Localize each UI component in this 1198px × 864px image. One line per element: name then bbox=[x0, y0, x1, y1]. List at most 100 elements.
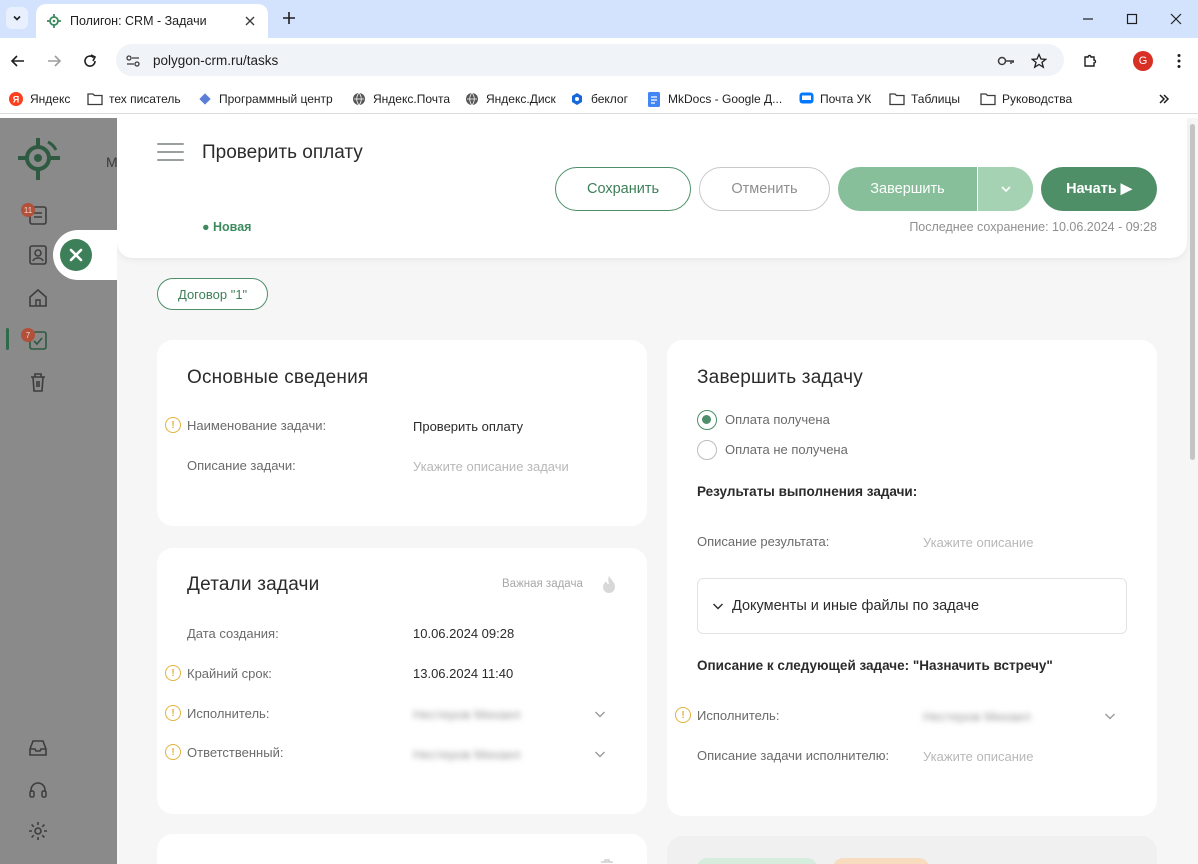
complete-task-card: Завершить задачу Оплата получена Оплата … bbox=[667, 340, 1157, 816]
forward-arrow-icon[interactable] bbox=[43, 50, 65, 72]
chevron-down-icon bbox=[13, 15, 21, 21]
finish-button[interactable]: Завершить bbox=[838, 167, 977, 211]
doc-icon bbox=[646, 91, 662, 107]
contacts-icon[interactable] bbox=[26, 243, 50, 267]
page-scrollbar[interactable] bbox=[1190, 124, 1195, 460]
executor-select-value[interactable]: Нестеров Михаил bbox=[413, 707, 521, 722]
deadline-input[interactable]: 13.06.2024 11:40 bbox=[413, 666, 513, 681]
task-details-card: Детали задачи Важная задача Дата создани… bbox=[157, 548, 647, 814]
bookmark-label: Почта УК bbox=[820, 92, 872, 106]
extensions-puzzle-icon[interactable] bbox=[1079, 50, 1101, 72]
settings-gear-icon[interactable] bbox=[26, 819, 50, 843]
tasks-badge: 7 bbox=[21, 328, 35, 342]
address-bar[interactable]: polygon-crm.ru/tasks bbox=[116, 44, 1064, 76]
chevron-down-icon[interactable] bbox=[593, 707, 607, 721]
task-description-input[interactable]: Укажите описание задачи bbox=[413, 459, 569, 474]
payment-not-received-label: Оплата не получена bbox=[725, 442, 848, 457]
tab-close-icon[interactable] bbox=[242, 13, 258, 29]
trash-icon[interactable] bbox=[26, 370, 50, 394]
contract-link-chip[interactable]: Договор "1" bbox=[157, 278, 269, 310]
important-task-label: Важная задача bbox=[502, 578, 583, 590]
created-date-value: 10.06.2024 09:28 bbox=[413, 626, 515, 641]
partial-status-chip bbox=[697, 858, 817, 864]
background-heading-fragment: М bbox=[106, 154, 118, 170]
task-name-label: Наименование задачи: bbox=[187, 418, 327, 433]
browser-tab-bar: Полигон: CRM - Задачи bbox=[0, 0, 1198, 38]
results-heading: Результаты выполнения задачи: bbox=[697, 484, 918, 499]
chevron-down-icon bbox=[713, 603, 723, 610]
task-description-label: Описание задачи: bbox=[187, 458, 296, 473]
browser-tab-active[interactable]: Полигон: CRM - Задачи bbox=[36, 4, 268, 38]
rail-active-indicator bbox=[6, 328, 9, 350]
browser-toolbar: polygon-crm.ru/tasks G bbox=[0, 38, 1198, 84]
responsible-label: Ответственный: bbox=[187, 745, 284, 760]
chevron-down-icon[interactable] bbox=[1103, 709, 1117, 723]
yandex-icon: Я bbox=[8, 91, 24, 107]
responsible-select-value[interactable]: Нестеров Михаил bbox=[413, 747, 521, 762]
bookmark-star-icon[interactable] bbox=[1029, 51, 1049, 71]
new-tab-plus-icon[interactable] bbox=[279, 8, 299, 28]
bookmark-guides[interactable]: Руководства bbox=[980, 90, 1072, 108]
bookmark-yandex[interactable]: Я Яндекс bbox=[8, 90, 70, 108]
folder-icon bbox=[980, 91, 996, 107]
bookmark-tables[interactable]: Таблицы bbox=[889, 90, 960, 108]
finish-dropdown-button[interactable] bbox=[977, 167, 1033, 211]
url-text: polygon-crm.ru/tasks bbox=[153, 52, 279, 68]
profile-avatar[interactable]: G bbox=[1133, 51, 1153, 71]
close-drawer-button[interactable] bbox=[60, 239, 92, 271]
partial-card-left bbox=[157, 834, 647, 864]
bookmark-label: тех писатель bbox=[109, 92, 181, 106]
back-arrow-icon[interactable] bbox=[7, 50, 29, 72]
flame-icon[interactable] bbox=[599, 575, 619, 595]
tab-search-button[interactable] bbox=[6, 7, 28, 29]
next-task-description-input[interactable]: Укажите описание bbox=[923, 749, 1033, 764]
next-task-description-label: Описание задачи исполнителю: bbox=[697, 748, 890, 763]
reload-icon[interactable] bbox=[79, 50, 101, 72]
support-headset-icon[interactable] bbox=[26, 778, 50, 802]
partial-card-right bbox=[667, 836, 1157, 864]
maximize-window-icon[interactable] bbox=[1121, 8, 1143, 30]
start-button[interactable]: Начать ▶ bbox=[1041, 167, 1157, 211]
close-window-icon[interactable] bbox=[1165, 8, 1187, 30]
basic-info-title: Основные сведения bbox=[187, 367, 369, 388]
bookmark-label: Программный центр bbox=[219, 92, 333, 106]
payment-not-received-radio[interactable] bbox=[697, 440, 717, 460]
next-executor-select-value[interactable]: Нестеров Михаил bbox=[923, 709, 1031, 724]
polygon-favicon-icon bbox=[47, 14, 61, 28]
browser-menu-kebab-icon[interactable] bbox=[1168, 50, 1190, 72]
result-description-input[interactable]: Укажите описание bbox=[923, 535, 1033, 550]
home-icon[interactable] bbox=[26, 286, 50, 310]
bookmark-mail-uk[interactable]: Почта УК bbox=[798, 90, 871, 108]
site-settings-icon[interactable] bbox=[123, 51, 143, 71]
password-key-icon[interactable] bbox=[996, 51, 1016, 71]
documents-accordion-label: Документы и иные файлы по задаче bbox=[732, 598, 980, 614]
diamond-icon bbox=[197, 91, 213, 107]
task-name-input[interactable]: Проверить оплату bbox=[413, 419, 523, 434]
bookmark-label: Яндекс.Почта bbox=[373, 92, 451, 106]
folder-icon bbox=[87, 91, 103, 107]
bookmark-yandex-disk[interactable]: Яндекс.Диск bbox=[464, 90, 556, 108]
payment-received-radio[interactable] bbox=[697, 410, 717, 430]
bookmark-program-center[interactable]: Программный центр bbox=[197, 90, 333, 108]
menu-hamburger-icon[interactable] bbox=[157, 143, 184, 161]
svg-text:Я: Я bbox=[13, 95, 19, 105]
save-button[interactable]: Сохранить bbox=[555, 167, 691, 211]
more-bookmarks-chevron-icon[interactable] bbox=[1158, 90, 1170, 108]
chevron-down-icon[interactable] bbox=[593, 747, 607, 761]
bookmark-tech-writer[interactable]: тех писатель bbox=[87, 90, 181, 108]
finish-split-button: Завершить bbox=[838, 167, 1033, 211]
basic-info-card: Основные сведения ! Наименование задачи:… bbox=[157, 340, 647, 526]
documents-accordion[interactable]: Документы и иные файлы по задаче bbox=[697, 578, 1127, 634]
next-executor-label: Исполнитель: bbox=[697, 708, 780, 723]
polygon-logo-icon bbox=[16, 136, 62, 182]
bookmark-yandex-mail[interactable]: Яндекс.Почта bbox=[351, 90, 450, 108]
bookmark-backlog[interactable]: беклог bbox=[569, 90, 628, 108]
bookmark-label: Яндекс.Диск bbox=[486, 92, 556, 106]
bookmark-mkdocs[interactable]: MkDocs - Google Д... bbox=[646, 90, 782, 108]
minimize-window-icon[interactable] bbox=[1077, 8, 1099, 30]
inbox-icon[interactable] bbox=[26, 736, 50, 760]
cancel-button[interactable]: Отменить bbox=[699, 167, 830, 211]
chevron-down-icon bbox=[1000, 186, 1011, 193]
executor-label: Исполнитель: bbox=[187, 706, 270, 721]
trash-icon[interactable] bbox=[597, 856, 617, 864]
